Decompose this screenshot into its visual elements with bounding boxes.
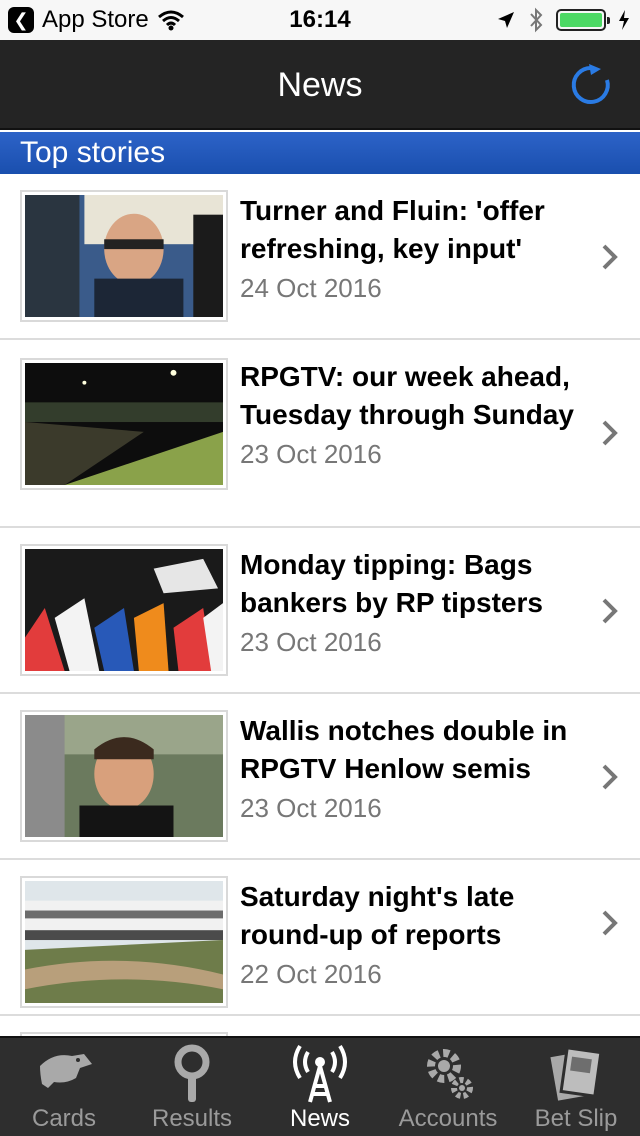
greyhound-icon [40, 1054, 92, 1088]
chevron-right-icon [602, 598, 618, 624]
story-headline: Turner and Fluin: 'offer refreshing, key… [240, 195, 545, 264]
news-item[interactable]: RPGTV: our week ahead, Tuesday through S… [0, 340, 640, 528]
news-item[interactable]: Saturday night's late round-up of report… [0, 860, 640, 1016]
gears-icon [427, 1049, 473, 1099]
tab-bar: Cards Results News Accounts Bet Slip [0, 1036, 640, 1136]
news-item[interactable]: Monday tipping: Bags bankers by RP tipst… [0, 528, 640, 694]
refresh-icon[interactable] [568, 62, 614, 108]
tab-label: Results [151, 1105, 233, 1132]
news-item[interactable] [0, 1016, 640, 1036]
story-date: 23 Oct 2016 [240, 439, 382, 469]
back-to-app[interactable]: ❮ App Store [8, 0, 185, 40]
story-headline: Wallis notches double in RPGTV Henlow se… [240, 715, 568, 784]
location-arrow-icon [498, 12, 514, 28]
charging-icon [619, 10, 629, 30]
chevron-right-icon [602, 244, 618, 270]
status-bar: ❮ App Store 16:14 [0, 0, 640, 40]
tab-label: Cards [31, 1105, 97, 1132]
broadcast-icon [293, 1044, 347, 1103]
story-thumbnail [20, 710, 228, 842]
tab-news[interactable]: News [256, 1038, 384, 1136]
tab-bet-slip[interactable]: Bet Slip [512, 1038, 640, 1136]
tab-label: Accounts [398, 1105, 498, 1132]
chevron-right-icon [602, 910, 618, 936]
magnifier-icon [174, 1044, 210, 1102]
story-thumbnail [20, 358, 228, 490]
tab-accounts[interactable]: Accounts [384, 1038, 512, 1136]
chevron-right-icon [602, 420, 618, 446]
betslip-icon [550, 1046, 603, 1101]
page-title: News [277, 66, 363, 104]
bluetooth-icon [530, 7, 543, 33]
news-list: Turner and Fluin: 'offer refreshing, key… [0, 174, 640, 1036]
story-thumbnail [20, 544, 228, 676]
chevron-right-icon [602, 764, 618, 790]
story-thumbnail [20, 190, 228, 322]
tab-label: News [289, 1105, 350, 1132]
back-app-label: App Store [42, 6, 149, 33]
back-arrow-icon: ❮ [8, 7, 34, 33]
news-item[interactable]: Turner and Fluin: 'offer refreshing, key… [0, 174, 640, 340]
section-header: Top stories [0, 132, 640, 174]
story-date: 23 Oct 2016 [240, 793, 382, 823]
story-thumbnail [20, 876, 228, 1008]
story-date: 22 Oct 2016 [240, 959, 382, 989]
tab-results[interactable]: Results [128, 1038, 256, 1136]
wifi-icon [157, 10, 184, 31]
battery-icon [556, 9, 610, 31]
story-headline: Saturday night's late round-up of report… [240, 881, 515, 950]
tab-cards[interactable]: Cards [0, 1038, 128, 1136]
tab-label: Bet Slip [534, 1105, 618, 1132]
story-date: 24 Oct 2016 [240, 273, 382, 303]
news-item[interactable]: Wallis notches double in RPGTV Henlow se… [0, 694, 640, 860]
story-headline: Monday tipping: Bags bankers by RP tipst… [240, 549, 543, 618]
navigation-bar: News [0, 40, 640, 130]
story-date: 23 Oct 2016 [240, 627, 382, 657]
story-headline: RPGTV: our week ahead, Tuesday through S… [240, 361, 574, 430]
